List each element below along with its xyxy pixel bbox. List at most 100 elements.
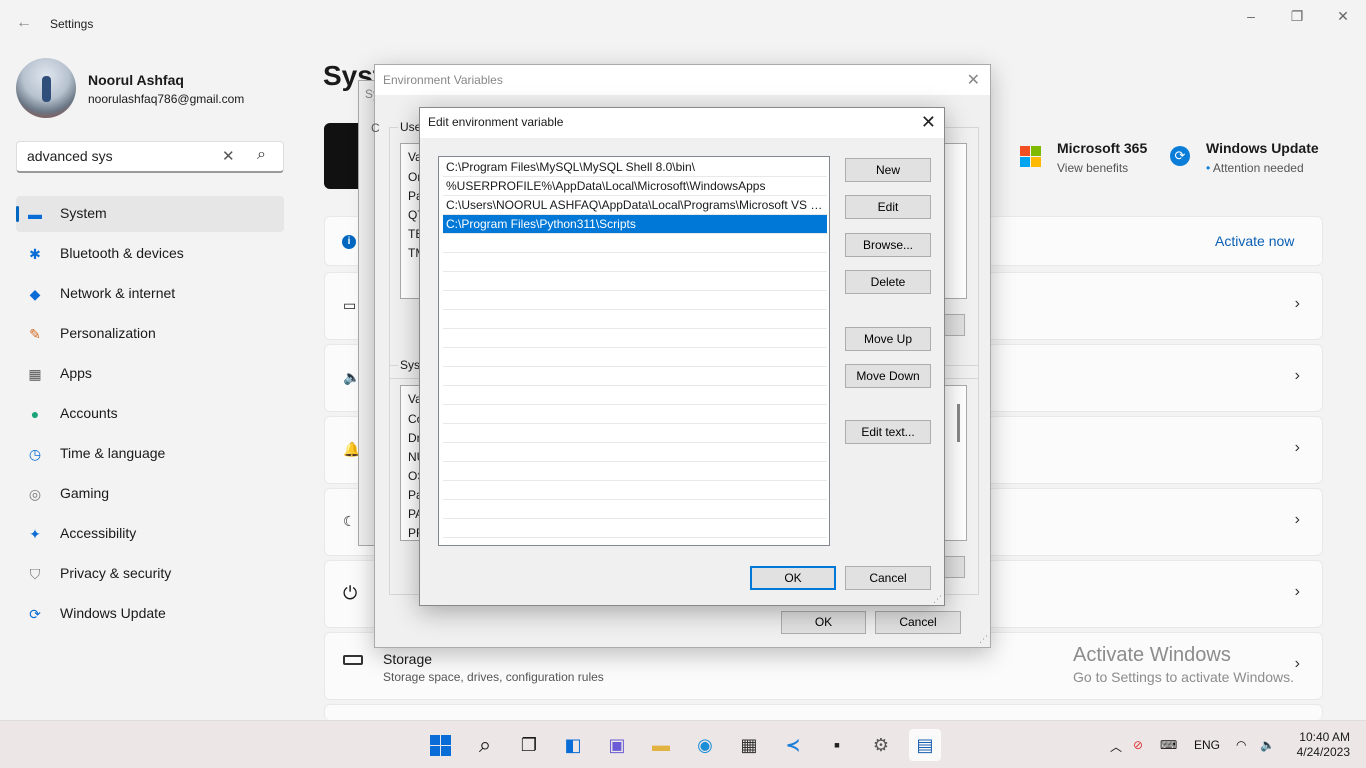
settings-gear-icon[interactable]: ⚙ [865,729,897,761]
sidebar-item-bluetooth-devices[interactable]: ✱ Bluetooth & devices [16,236,284,272]
path-list[interactable]: C:\Program Files\MySQL\MySQL Shell 8.0\b… [438,156,830,546]
teams-chat-icon[interactable]: ▣ [601,729,633,761]
activate-now-link[interactable]: Activate now [1215,233,1294,249]
empty-path-row[interactable] [443,405,827,424]
widgets-icon[interactable]: ◧ [557,729,589,761]
sidebar-item-label: Bluetooth & devices [60,245,184,261]
empty-path-row[interactable] [443,481,827,500]
language-indicator[interactable]: ENG [1194,738,1220,752]
env-ok-button[interactable]: OK [781,611,866,634]
path-row[interactable]: C:\Users\NOORUL ASHFAQ\AppData\Local\Pro… [443,196,827,215]
terminal-icon[interactable]: ▪ [821,729,853,761]
settings-card-partial [324,704,1323,720]
network-alert-icon[interactable]: ⊘ [1133,738,1143,752]
close-button[interactable]: ✕ [1320,6,1366,26]
search-input[interactable] [27,148,217,164]
search-box: ✕ ⌕ [16,141,284,173]
env-close-icon[interactable]: ✕ [967,70,980,90]
sidebar-item-label: Personalization [60,325,156,341]
apps-icon: ▦ [28,366,42,382]
microsoft365-tile[interactable]: Microsoft 365 View benefits [1020,140,1160,180]
empty-path-row[interactable] [443,329,827,348]
clock[interactable]: 10:40 AM 4/24/2023 [1290,730,1350,760]
scrollbar-thumb[interactable] [957,404,960,442]
back-arrow-icon[interactable]: ← [16,14,32,32]
volume-icon[interactable]: 🔈 [1260,738,1275,752]
windows-update-tile[interactable]: ⟳ Windows Update • Attention needed [1170,140,1330,180]
empty-path-row[interactable] [443,443,827,462]
vscode-icon[interactable]: ≺ [777,729,809,761]
clear-icon[interactable]: ✕ [222,147,235,165]
store-icon[interactable]: ▦ [733,729,765,761]
update-icon: ⟳ [29,606,41,622]
env-cancel-button[interactable]: Cancel [875,611,961,634]
wifi-icon[interactable]: ◠ [1236,738,1246,752]
sidebar-item-label: Gaming [60,485,110,501]
empty-path-row[interactable] [443,291,827,310]
new-button[interactable]: New [845,158,931,182]
sidebar-item-time-language[interactable]: ◷ Time & language [16,436,284,472]
resize-grip-icon[interactable]: ⋰ [979,634,988,645]
empty-path-row[interactable] [443,348,827,367]
person-icon: ● [30,406,40,422]
search-icon[interactable]: ⌕ [257,146,266,164]
maximize-button[interactable]: ❐ [1274,6,1320,26]
file-explorer-icon[interactable]: ▬ [645,729,677,761]
sidebar-item-accounts[interactable]: ● Accounts [16,396,284,432]
empty-path-row[interactable] [443,386,827,405]
edge-icon[interactable]: ◉ [689,729,721,761]
search-icon[interactable]: ⌕ [469,729,501,761]
empty-path-row[interactable] [443,462,827,481]
sidebar-item-apps[interactable]: ▦ Apps [16,356,284,392]
sidebar-item-gaming[interactable]: ◎ Gaming [16,476,284,512]
user-name: Noorul Ashfaq [88,72,184,88]
edit-dialog-title: Edit environment variable [428,115,564,129]
title-bar [0,0,1366,48]
path-row[interactable]: C:\Program Files\Python311\Scripts [443,215,827,234]
sidebar-item-accessibility[interactable]: ✦ Accessibility [16,516,284,552]
empty-path-row[interactable] [443,272,827,291]
sidebar-item-personalization[interactable]: ✎ Personalization [16,316,284,352]
sidebar-item-network-internet[interactable]: ◆ Network & internet [16,276,284,312]
move-down-button[interactable]: Move Down [845,364,931,388]
sidebar-item-label: Privacy & security [60,565,172,581]
path-row[interactable]: C:\Program Files\MySQL\MySQL Shell 8.0\b… [443,158,827,177]
empty-path-row[interactable] [443,234,827,253]
avatar[interactable] [16,58,76,118]
empty-path-row[interactable] [443,519,827,538]
sidebar-item-label: System [60,205,107,221]
empty-path-row[interactable] [443,253,827,272]
focus-icon: ☾ [343,513,356,529]
edit-button[interactable]: Edit [845,195,931,219]
path-row[interactable]: %USERPROFILE%\AppData\Local\Microsoft\Wi… [443,177,827,196]
edit-text-button[interactable]: Edit text... [845,420,931,444]
empty-path-row[interactable] [443,500,827,519]
sidebar-item-privacy-security[interactable]: ⛉ Privacy & security [16,556,284,592]
keyboard-icon[interactable]: ⌨ [1160,738,1177,752]
move-up-button[interactable]: Move Up [845,327,931,351]
start-windows-icon[interactable] [425,729,457,761]
edit-cancel-button[interactable]: Cancel [845,566,931,590]
browse-button[interactable]: Browse... [845,233,931,257]
minimize-button[interactable]: – [1228,6,1274,26]
sidebar-item-system[interactable]: ▬ System [16,196,284,232]
task-view-icon[interactable]: ❐ [513,729,545,761]
storage-title: Storage [383,651,433,667]
delete-button[interactable]: Delete [845,270,931,294]
empty-path-row[interactable] [443,424,827,443]
info-icon: i [342,235,356,249]
resize-grip-icon[interactable]: ⋰ [933,594,942,605]
chevron-right-icon: › [1294,511,1300,528]
sidebar-item-label: Accounts [60,405,118,421]
brush-icon: ✎ [29,326,41,342]
empty-path-row[interactable] [443,367,827,386]
edit-close-icon[interactable]: ✕ [921,112,936,133]
sidebar-item-windows-update[interactable]: ⟳ Windows Update [16,596,284,632]
taskbar: ⌕ ❐ ◧ ▣ ▬ ◉ ▦ ≺ ▪ ⚙ ▤ ︿ ⊘ ⌨ ENG ◠ 🔈 10:4… [0,720,1366,768]
user-email: noorulashfaq786@gmail.com [88,92,245,106]
edit-ok-button[interactable]: OK [750,566,836,590]
system-properties-taskbar-icon[interactable]: ▤ [909,729,941,761]
empty-path-row[interactable] [443,310,827,329]
chevron-up-icon[interactable]: ︿ [1110,738,1122,755]
storage-subtitle: Storage space, drives, configuration rul… [383,670,604,684]
